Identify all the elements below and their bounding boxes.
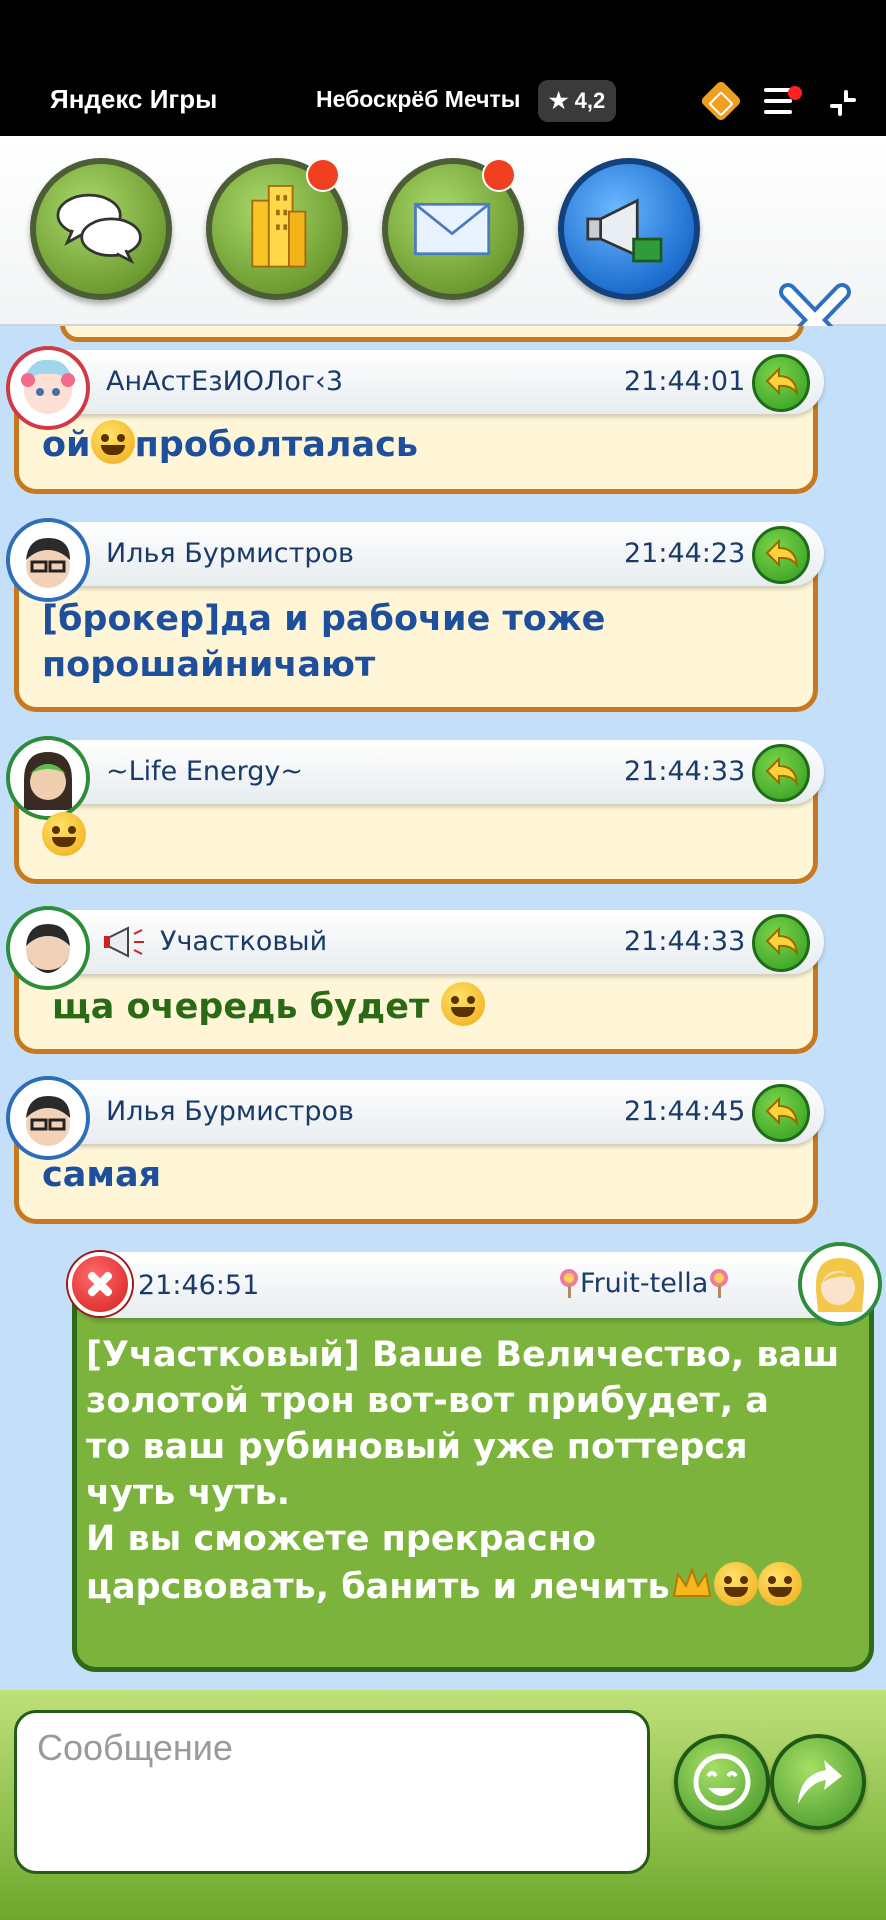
avatar[interactable] [6, 518, 90, 602]
rating-badge[interactable]: ★ 4,2 [538, 80, 616, 122]
delete-message-button[interactable] [68, 1252, 132, 1316]
reply-button[interactable] [752, 354, 810, 412]
chat-message: Участковый 21:44:33 ща очередь будет [6, 906, 824, 1060]
reply-button[interactable] [752, 1084, 810, 1142]
mail-button[interactable] [382, 158, 524, 300]
megaphone-button[interactable] [558, 158, 700, 300]
avatar[interactable] [6, 736, 90, 820]
message-input[interactable] [14, 1710, 650, 1874]
chat-feed[interactable]: АнАстЕзИОЛог‹3 21:44:01 ой проболталась И… [0, 326, 886, 1690]
message-author[interactable]: Илья Бурмистров [106, 1096, 354, 1127]
lollipop-icon [560, 1269, 578, 1298]
app-title[interactable]: Яндекс Игры [50, 84, 217, 115]
laughing-emoji [441, 982, 486, 1026]
avatar[interactable] [6, 1076, 90, 1160]
notification-badge [306, 158, 340, 192]
chat-button[interactable] [30, 158, 172, 300]
reply-arrow-icon [765, 538, 799, 569]
sweat-smile-emoji [90, 420, 135, 464]
chat-message: ~Life Energy~ 21:44:33 [6, 736, 824, 890]
message-text: ой проболталась [42, 420, 418, 468]
own-message: 21:46:51 Fruit-tella [Участковый] Ваше В… [68, 1242, 882, 1682]
own-message-text: [Участковый] Ваше Величество, ваш золото… [86, 1335, 840, 1607]
app-header: Яндекс Игры Небоскрёб Мечты ★ 4,2 [0, 0, 886, 136]
message-text: ща очередь будет [52, 982, 486, 1030]
chat-message: Илья Бурмистров 21:44:45 самая [6, 1076, 824, 1230]
grin-emoji [713, 1562, 758, 1606]
speech-bubbles-icon [56, 193, 142, 265]
megaphone-icon [586, 198, 663, 263]
reply-button[interactable] [752, 744, 810, 802]
notification-badge [482, 158, 516, 192]
emoji-button[interactable] [674, 1734, 770, 1830]
message-time: 21:44:33 [624, 756, 746, 787]
message-text [42, 812, 86, 860]
message-author[interactable]: Илья Бурмистров [106, 538, 354, 569]
reply-arrow-icon [765, 926, 799, 957]
game-title: Небоскрёб Мечты [316, 86, 521, 112]
chat-message: АнАстЕзИОЛог‹3 21:44:01 ой проболталась [6, 346, 824, 500]
megaphone-icon [104, 926, 144, 958]
lollipop-icon [710, 1269, 729, 1298]
menu-icon[interactable] [764, 86, 802, 116]
message-author[interactable]: Fruit-tella [558, 1268, 730, 1299]
message-text: самая [42, 1155, 162, 1195]
skyscraper-button[interactable] [206, 158, 348, 300]
reply-button[interactable] [752, 526, 810, 584]
message-author[interactable]: Участковый [160, 926, 327, 957]
message-time: 21:44:33 [624, 926, 746, 957]
message-time: 21:46:51 [138, 1270, 260, 1301]
message-input-bar [0, 1690, 886, 1920]
previous-message-edge [60, 326, 804, 342]
reply-arrow-icon [765, 756, 799, 787]
avatar[interactable] [6, 346, 90, 430]
game-toolbar: i [0, 136, 886, 454]
crown-emoji [670, 1566, 714, 1602]
avatar[interactable] [798, 1242, 882, 1326]
sweat-smile-emoji [42, 812, 86, 856]
message-author[interactable]: ~Life Energy~ [106, 756, 303, 787]
chat-message: Илья Бурмистров 21:44:23 [брокер]да и ра… [6, 518, 824, 722]
reply-button[interactable] [752, 914, 810, 972]
sunglasses-emoji [757, 1562, 802, 1606]
message-author[interactable]: АнАстЕзИОЛог‹3 [106, 366, 343, 397]
coin-icon[interactable] [699, 79, 743, 123]
send-arrow-icon [798, 1760, 842, 1804]
message-time: 21:44:23 [624, 538, 746, 569]
reply-arrow-icon [765, 366, 799, 397]
smile-icon [693, 1753, 751, 1811]
avatar[interactable] [6, 906, 90, 990]
collapse-icon[interactable] [826, 86, 860, 120]
message-text: [брокер]да и рабочие тоже порошайничают [42, 599, 606, 685]
message-time: 21:44:45 [624, 1096, 746, 1127]
reply-arrow-icon [765, 1096, 799, 1127]
notification-dot [788, 86, 802, 100]
send-button[interactable] [770, 1734, 866, 1830]
message-time: 21:44:01 [624, 366, 746, 397]
